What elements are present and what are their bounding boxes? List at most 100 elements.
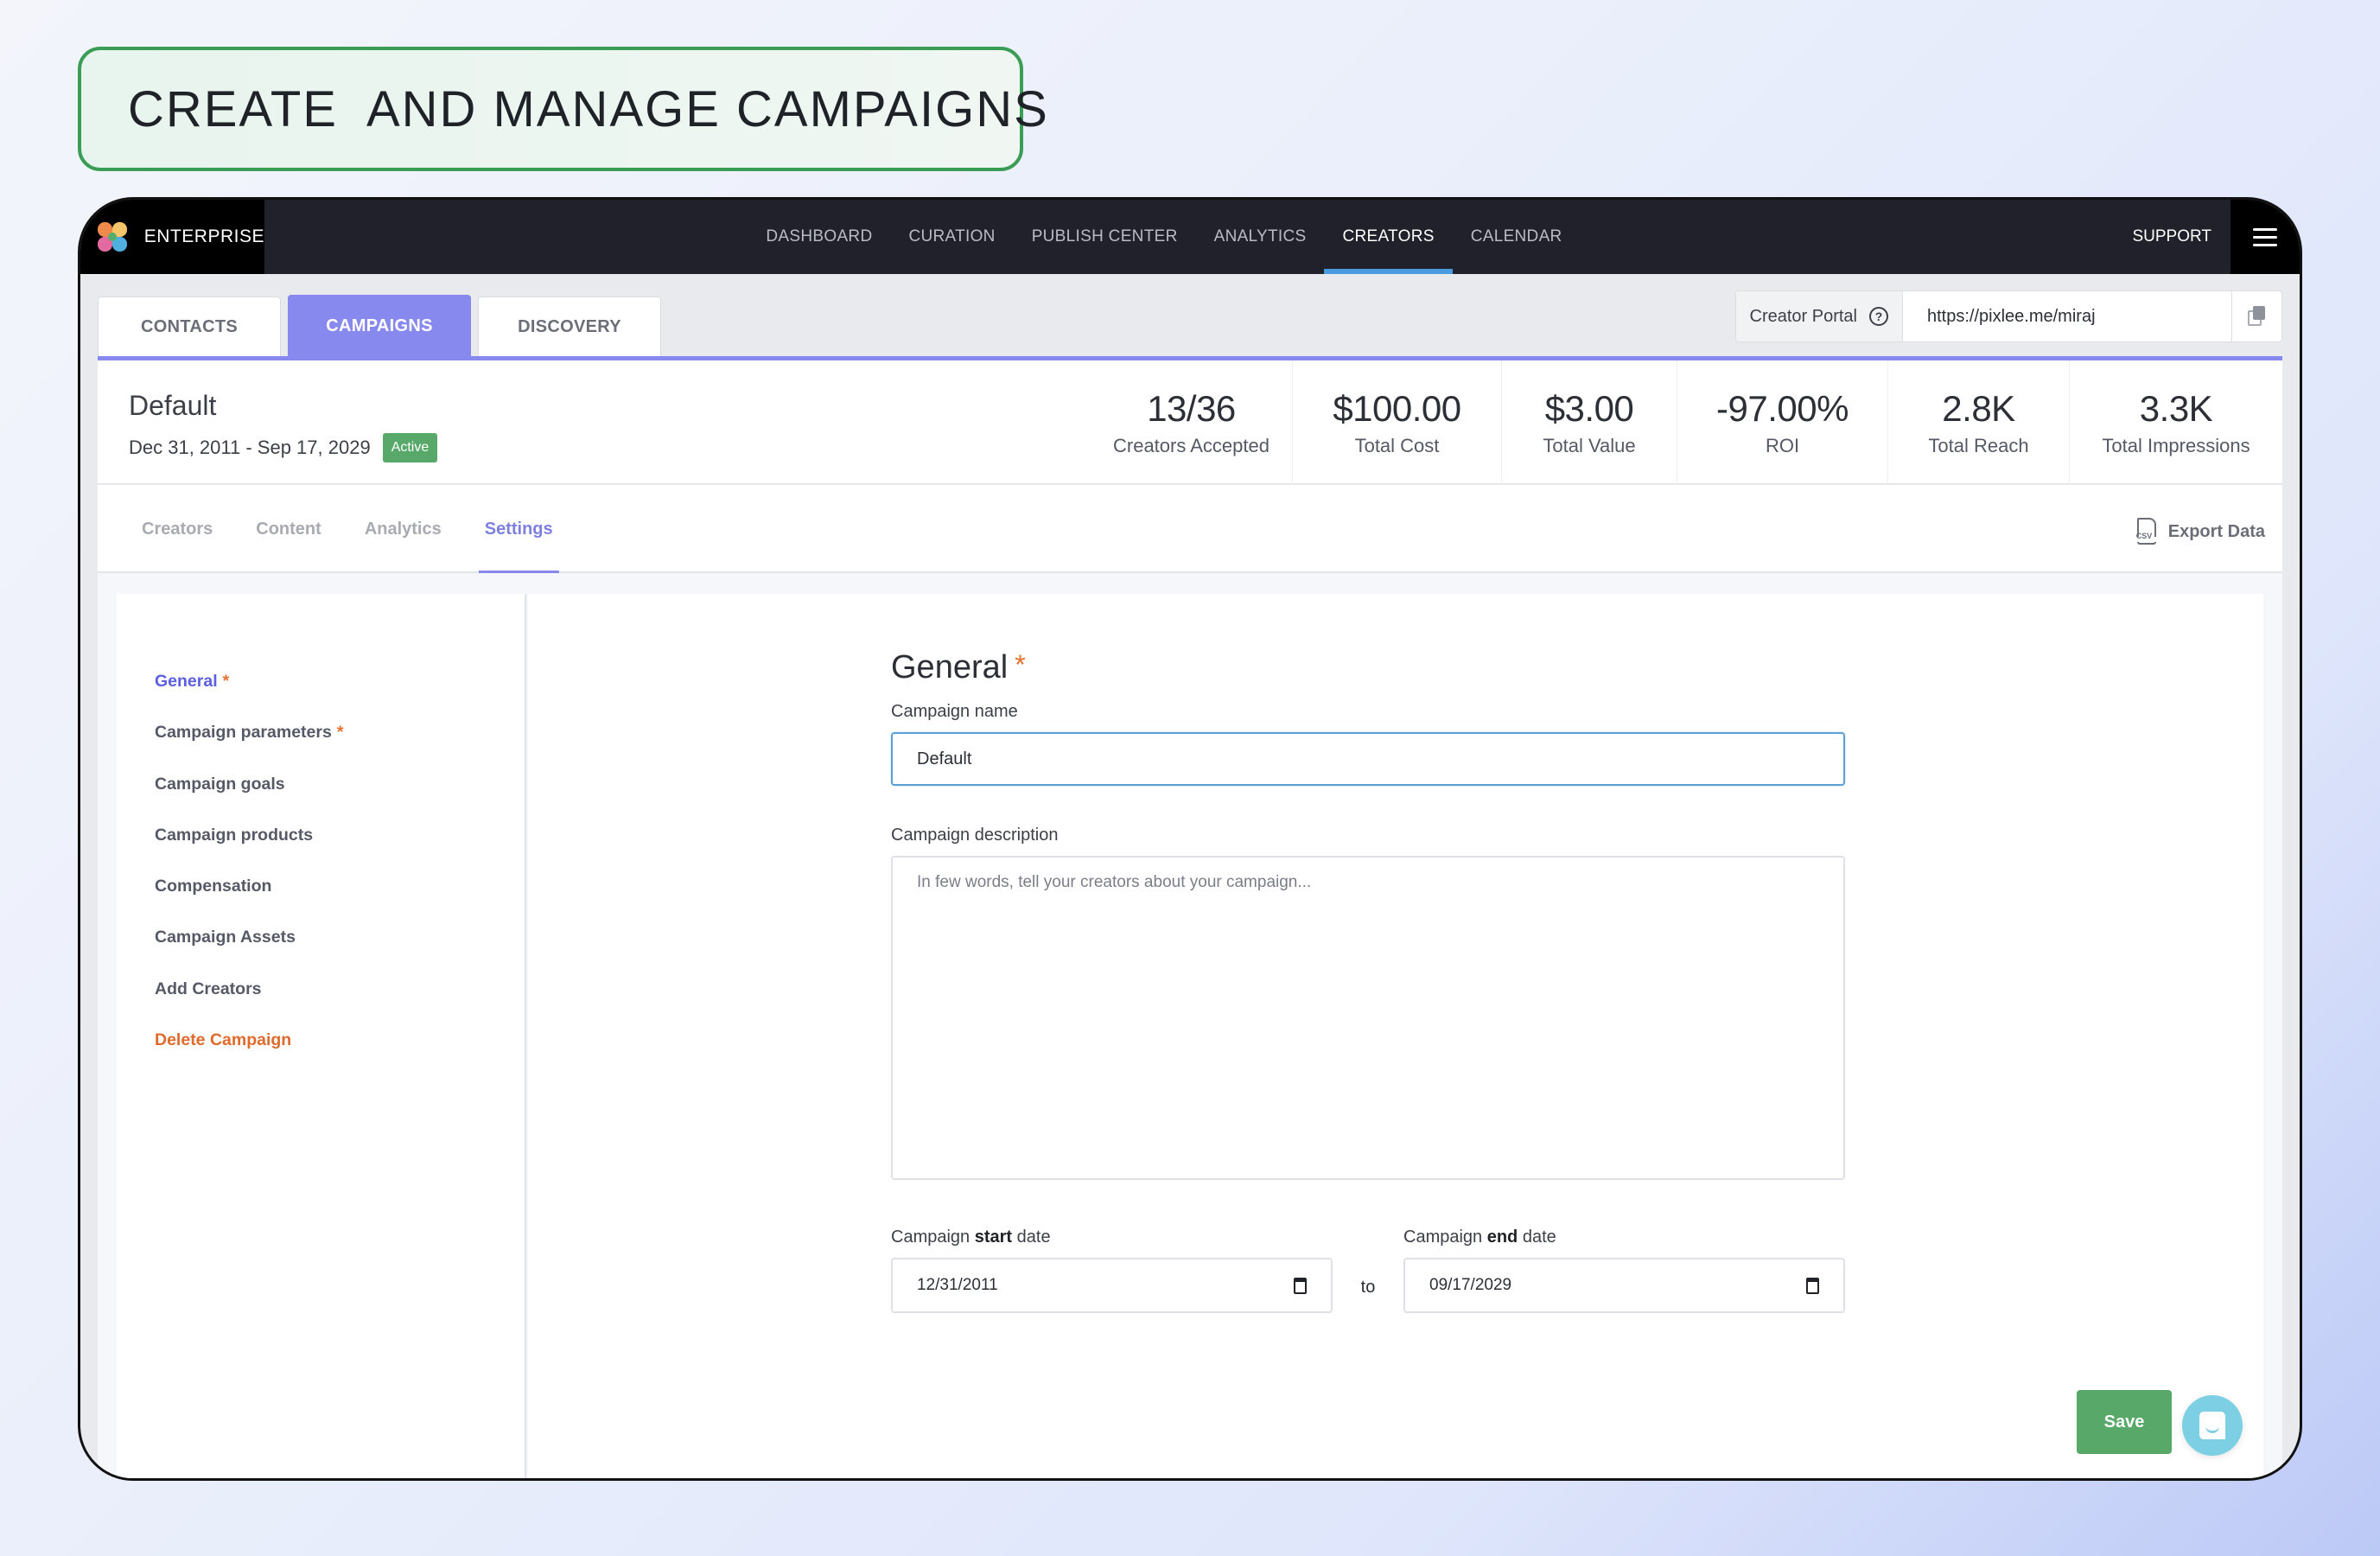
chat-launcher-button[interactable] [2182, 1395, 2243, 1456]
stat-value: $3.00 [1544, 387, 1634, 429]
creator-portal-url-field[interactable] [1903, 291, 2231, 341]
nav-item-calendar[interactable]: CALENDAR [1453, 200, 1581, 274]
start-date-field: Campaign start date 12/31/2011 [891, 1228, 1333, 1313]
end-date-field: Campaign end date 09/17/2029 [1403, 1228, 1845, 1313]
brand-name: ENTERPRISE [143, 226, 264, 246]
nav-items: DASHBOARD CURATION PUBLISH CENTER ANALYT… [80, 200, 2300, 274]
app-window: DASHBOARD CURATION PUBLISH CENTER ANALYT… [78, 197, 2302, 1481]
settings-sidebar: General * Campaign parameters * Campaign g… [117, 594, 526, 1478]
nav-item-creators[interactable]: CREATORS [1324, 200, 1453, 274]
subtab-settings[interactable]: Settings [472, 485, 566, 575]
start-date-value: 12/31/2011 [917, 1276, 998, 1294]
general-form: General* Campaign name Campaign descript… [891, 649, 1845, 1313]
nav-item-analytics[interactable]: ANALYTICS [1196, 200, 1325, 274]
date-range-row: Campaign start date 12/31/2011 to Campai… [891, 1228, 1845, 1313]
settings-nav: General * Campaign parameters * Campaign g… [155, 672, 343, 1081]
stat-total-cost: $100.00 Total Cost [1293, 360, 1502, 484]
settings-nav-label: Campaign Assets [155, 928, 296, 947]
to-label: to [1360, 1278, 1376, 1297]
export-data-button[interactable]: CSV Export Data [2136, 518, 2265, 545]
stat-label: Total Impressions [2102, 434, 2250, 456]
settings-nav-label: Campaign parameters [155, 723, 332, 743]
settings-nav-campaign-parameters[interactable]: Campaign parameters * [155, 723, 343, 774]
subtab-creators[interactable]: Creators [129, 485, 226, 573]
save-button[interactable]: Save [2077, 1390, 2172, 1454]
campaign-name: Default [129, 390, 217, 421]
campaign-date-range: Dec 31, 2011 - Sep 17, 2029 Active [129, 433, 438, 462]
title-banner: CREATE AND MANAGE CAMPAIGNS [78, 47, 1047, 171]
creator-portal: Creator Portal ? [1734, 290, 2282, 342]
top-navigation: DASHBOARD CURATION PUBLISH CENTER ANALYT… [80, 200, 2300, 274]
export-data-label: Export Data [2167, 521, 2265, 541]
stat-creators-accepted: 13/36 Creators Accepted [1091, 360, 1293, 484]
required-mark: * [1015, 649, 1026, 680]
settings-nav-campaign-products[interactable]: Campaign products [155, 826, 343, 877]
campaign-description-textarea[interactable] [891, 856, 1845, 1180]
question-circle-icon[interactable]: ? [1869, 307, 1888, 326]
brand[interactable]: ENTERPRISE [80, 200, 264, 274]
subtab-analytics[interactable]: Analytics [352, 485, 455, 573]
subtab-content[interactable]: Content [243, 485, 334, 573]
stat-roi: -97.00% ROI [1677, 360, 1888, 484]
settings-nav-general[interactable]: General * [155, 672, 343, 723]
hamburger-menu-icon[interactable] [2230, 200, 2300, 274]
creator-portal-label: Creator Portal ? [1735, 291, 1903, 341]
stat-total-impressions: 3.3K Total Impressions [2070, 360, 2282, 484]
stat-label: Creators Accepted [1113, 434, 1270, 456]
nav-item-dashboard[interactable]: DASHBOARD [748, 200, 890, 274]
stat-label: Total Reach [1928, 434, 2029, 456]
stat-total-reach: 2.8K Total Reach [1888, 360, 2070, 484]
csv-file-icon: CSV [2136, 518, 2156, 545]
sub-tabs: Creators Content Analytics Settings [129, 485, 583, 575]
stat-value: $100.00 [1333, 387, 1461, 429]
settings-area: General * Campaign parameters * Campaign g… [98, 573, 2282, 1478]
banner-title: CREATE AND MANAGE CAMPAIGNS [128, 80, 1049, 137]
tab-discovery[interactable]: DISCOVERY [478, 297, 661, 357]
start-date-input[interactable]: 12/31/2011 [891, 1258, 1333, 1313]
stat-value: -97.00% [1716, 387, 1849, 429]
stat-value: 13/36 [1147, 387, 1236, 429]
required-mark: * [336, 723, 344, 743]
campaign-dates-text: Dec 31, 2011 - Sep 17, 2029 [129, 437, 371, 458]
settings-form-panel: General* Campaign name Campaign descript… [528, 594, 2263, 1478]
settings-nav-label: Campaign products [155, 825, 314, 845]
chat-bubble-icon [2199, 1412, 2225, 1439]
campaign-name-input[interactable] [891, 732, 1845, 786]
settings-nav-campaign-goals[interactable]: Campaign goals [155, 775, 343, 826]
stat-label: ROI [1765, 434, 1800, 456]
settings-nav-label: Compensation [155, 877, 272, 896]
tab-campaigns[interactable]: CAMPAIGNS [288, 295, 471, 357]
campaign-description-label: Campaign description [891, 826, 1059, 845]
nav-item-publish-center[interactable]: PUBLISH CENTER [1014, 200, 1196, 274]
stat-value: 2.8K [1942, 387, 2015, 429]
settings-nav-label: Campaign goals [155, 774, 285, 794]
campaign-name-label: Campaign name [891, 702, 1018, 721]
calendar-icon[interactable] [1806, 1277, 1819, 1294]
tab-contacts[interactable]: CONTACTS [98, 297, 281, 357]
copy-icon [2247, 306, 2267, 327]
stat-label: Total Cost [1354, 434, 1440, 456]
campaign-stats: 13/36 Creators Accepted $100.00 Total Co… [1091, 360, 2282, 484]
required-mark: * [222, 672, 230, 691]
status-badge: Active [382, 433, 438, 462]
copy-url-button[interactable] [2231, 291, 2281, 341]
settings-nav-campaign-assets[interactable]: Campaign Assets [155, 928, 343, 979]
stat-value: 3.3K [2139, 387, 2213, 429]
end-date-input[interactable]: 09/17/2029 [1403, 1258, 1845, 1313]
start-date-label: Campaign start date [891, 1228, 1051, 1247]
sub-tabs-bar: Creators Content Analytics Settings CSV … [98, 485, 2282, 575]
main-tabs: CONTACTS CAMPAIGNS DISCOVERY [98, 295, 661, 357]
settings-nav-compensation[interactable]: Compensation [155, 877, 343, 928]
section-title: General * [891, 649, 1845, 686]
campaign-summary: Default Dec 31, 2011 - Sep 17, 2029 Acti… [98, 360, 2282, 484]
settings-nav-delete-campaign[interactable]: Delete Campaign [155, 1030, 343, 1081]
settings-nav-label: General [155, 672, 218, 691]
calendar-icon[interactable] [1294, 1277, 1307, 1294]
nav-right: SUPPORT [2132, 200, 2300, 274]
stat-label: Total Value [1543, 434, 1636, 456]
support-link[interactable]: SUPPORT [2132, 227, 2211, 246]
stat-total-value: $3.00 Total Value [1502, 360, 1677, 484]
section-title-text: General [891, 649, 1009, 686]
settings-nav-add-creators[interactable]: Add Creators [155, 979, 343, 1030]
nav-item-curation[interactable]: CURATION [890, 200, 1013, 274]
